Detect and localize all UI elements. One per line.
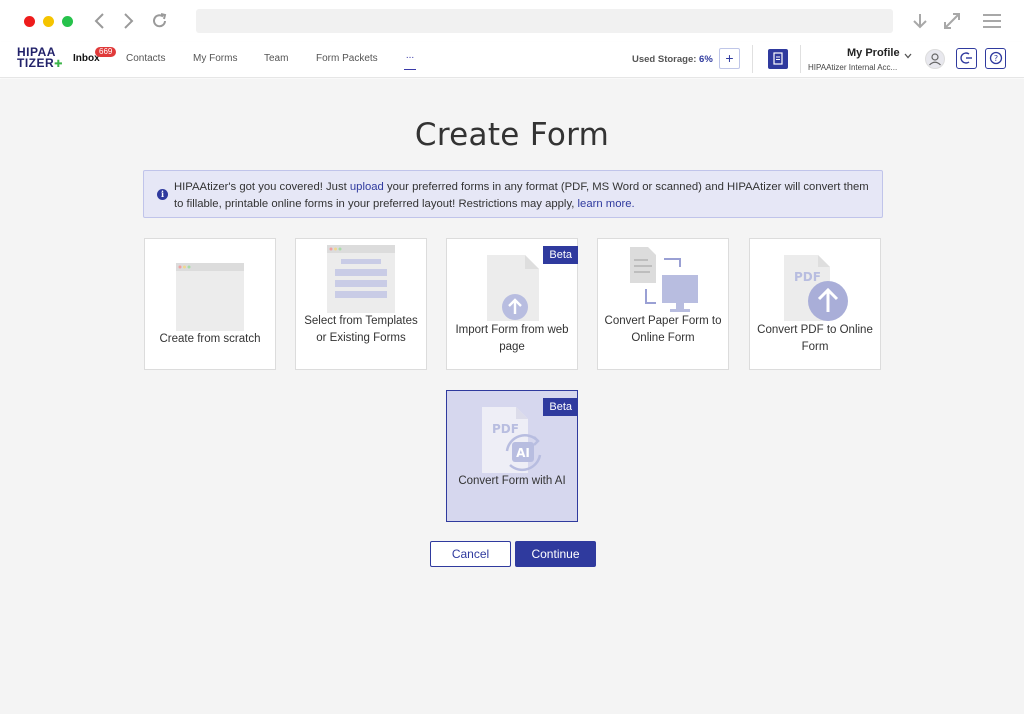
add-storage-button[interactable]: +: [719, 48, 740, 69]
paper-to-screen-icon: [630, 247, 698, 312]
logo-line2: TIZER: [17, 56, 55, 70]
svg-text:PDF: PDF: [794, 270, 821, 284]
option-label: Create from scratch: [159, 333, 261, 345]
svg-text:PDF: PDF: [492, 422, 519, 436]
hamburger-menu-icon[interactable]: [981, 10, 1003, 37]
svg-text:AI: AI: [516, 446, 530, 460]
profile-organization[interactable]: HIPAAtizer Internal Acc...: [808, 63, 897, 72]
storage-value: 6%: [699, 54, 713, 65]
info-icon: i: [157, 189, 168, 200]
inbox-count-badge: 669: [95, 47, 117, 57]
nav-form-packets[interactable]: Form Packets: [316, 53, 378, 64]
page-title: Create Form: [414, 117, 610, 153]
minimize-window-dot[interactable]: [43, 16, 54, 27]
pdf-ai-icon: PDF AI: [482, 407, 542, 473]
logo-plus-icon: ✚: [54, 59, 64, 70]
reload-icon[interactable]: [150, 10, 170, 32]
download-icon[interactable]: [909, 10, 931, 37]
header-divider: [752, 45, 753, 73]
nav-my-forms[interactable]: My Forms: [193, 53, 237, 64]
svg-text:?: ?: [993, 54, 997, 63]
forward-icon[interactable]: [118, 10, 138, 32]
back-icon[interactable]: [90, 10, 110, 32]
option-label: Convert PDF to Online Form: [757, 324, 873, 353]
option-label: Convert Paper Form to Online Form: [604, 315, 722, 344]
browser-chrome: [0, 0, 1024, 42]
nav-team[interactable]: Team: [264, 53, 288, 64]
help-icon[interactable]: ?: [985, 48, 1006, 69]
storage-label: Used Storage:: [632, 54, 697, 65]
info-banner: i HIPAAtizer's got you covered! Just upl…: [143, 170, 883, 218]
logout-icon[interactable]: [956, 48, 977, 69]
import-upload-icon: [487, 255, 539, 321]
close-window-dot[interactable]: [24, 16, 35, 27]
option-import-from-web[interactable]: Beta Import Form from web page: [446, 238, 578, 370]
chevron-down-icon[interactable]: [903, 51, 913, 64]
continue-button[interactable]: Continue: [515, 541, 596, 567]
option-convert-paper-form[interactable]: Convert Paper Form to Online Form: [597, 238, 729, 370]
beta-badge: Beta: [543, 398, 578, 416]
option-create-from-scratch[interactable]: Create from scratch: [144, 238, 276, 370]
document-icon[interactable]: [768, 49, 788, 69]
cancel-button[interactable]: Cancel: [430, 541, 511, 567]
upload-link[interactable]: upload: [350, 181, 384, 193]
nav-contacts[interactable]: Contacts: [126, 53, 165, 64]
option-convert-pdf[interactable]: PDF Convert PDF to Online Form: [749, 238, 881, 370]
address-bar[interactable]: [196, 9, 893, 33]
option-convert-form-with-ai[interactable]: PDF AI Beta Convert Form with AI: [446, 390, 578, 522]
blank-window-icon: [176, 263, 244, 331]
header-divider: [800, 45, 801, 73]
profile-name[interactable]: My Profile: [847, 47, 900, 59]
learn-more-link[interactable]: learn more.: [578, 198, 635, 210]
info-text: HIPAAtizer's got you covered! Just uploa…: [174, 179, 874, 213]
nav-more[interactable]: ...: [404, 50, 416, 70]
maximize-window-dot[interactable]: [62, 16, 73, 27]
option-select-from-templates[interactable]: Select from Templates or Existing Forms: [295, 238, 427, 370]
used-storage: Used Storage: 6%: [632, 54, 713, 65]
info-part1: HIPAAtizer's got you covered! Just: [174, 181, 350, 193]
avatar[interactable]: [925, 49, 945, 69]
hipaatizer-logo[interactable]: HIPAA TIZER✚: [17, 46, 64, 71]
beta-badge: Beta: [543, 246, 578, 264]
expand-icon[interactable]: [941, 10, 963, 37]
option-label: Convert Form with AI: [458, 475, 566, 487]
option-label: Select from Templates or Existing Forms: [304, 315, 418, 344]
pdf-upload-icon: PDF: [784, 255, 848, 321]
option-label: Import Form from web page: [455, 324, 569, 353]
template-icon: [327, 245, 395, 313]
